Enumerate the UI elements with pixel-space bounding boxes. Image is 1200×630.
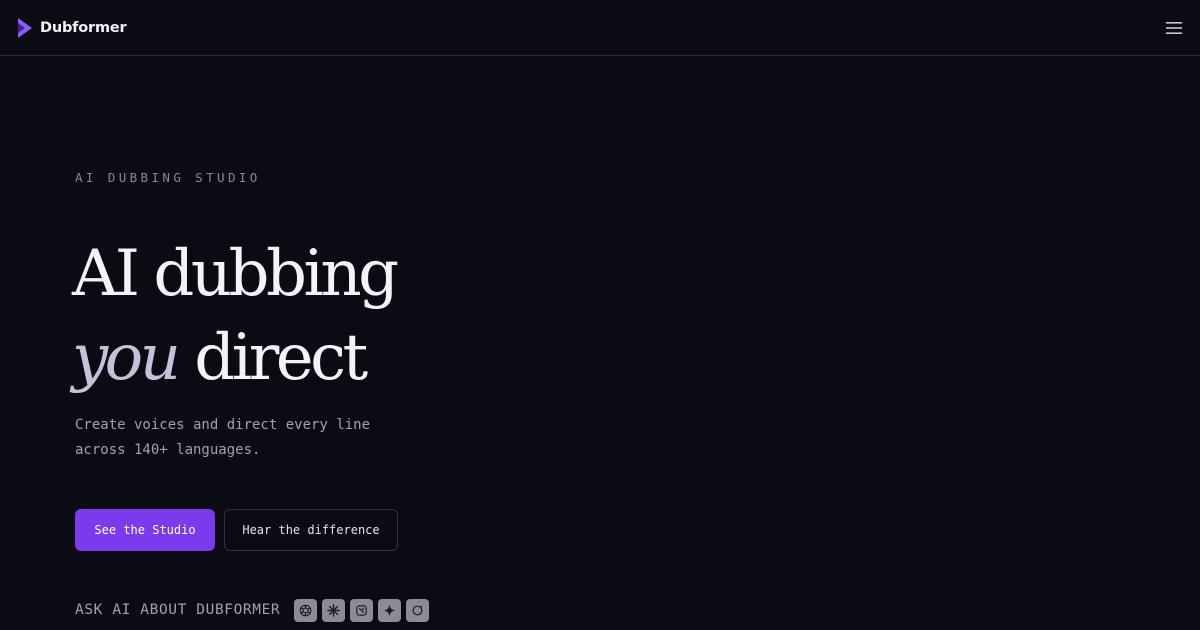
claude-icon[interactable]	[322, 598, 346, 622]
hero-title-line-2: you direct	[72, 316, 396, 400]
chatgpt-icon[interactable]	[294, 598, 318, 622]
top-navigation-bar: Dubformer	[0, 0, 1200, 56]
hear-the-difference-button[interactable]: Hear the difference	[224, 509, 398, 551]
perplexity-icon[interactable]	[406, 598, 430, 622]
see-the-studio-button[interactable]: See the Studio	[75, 509, 215, 551]
hero-title-line-2-rest: direct	[194, 321, 368, 395]
hero-title-italic-word: you	[72, 321, 181, 395]
grok-icon[interactable]	[350, 598, 374, 622]
ask-ai-row: ASK AI ABOUT DUBFORMER	[75, 598, 434, 622]
brand-name: Dubformer	[40, 20, 127, 36]
gemini-icon[interactable]	[378, 598, 402, 622]
hero-eyebrow: AI DUBBING STUDIO	[75, 170, 261, 185]
ask-ai-label: ASK AI ABOUT DUBFORMER	[75, 602, 281, 618]
brand-logo-link[interactable]: Dubformer	[16, 16, 127, 40]
hero-title-line-1: AI dubbing	[72, 237, 399, 311]
menu-button[interactable]	[1162, 18, 1186, 38]
hero-subtitle: Create voices and direct every line acro…	[75, 417, 371, 458]
hero-title: AI dubbing you direct	[72, 232, 399, 400]
dubformer-logo-icon	[18, 18, 32, 38]
hamburger-menu-icon	[1166, 22, 1182, 34]
